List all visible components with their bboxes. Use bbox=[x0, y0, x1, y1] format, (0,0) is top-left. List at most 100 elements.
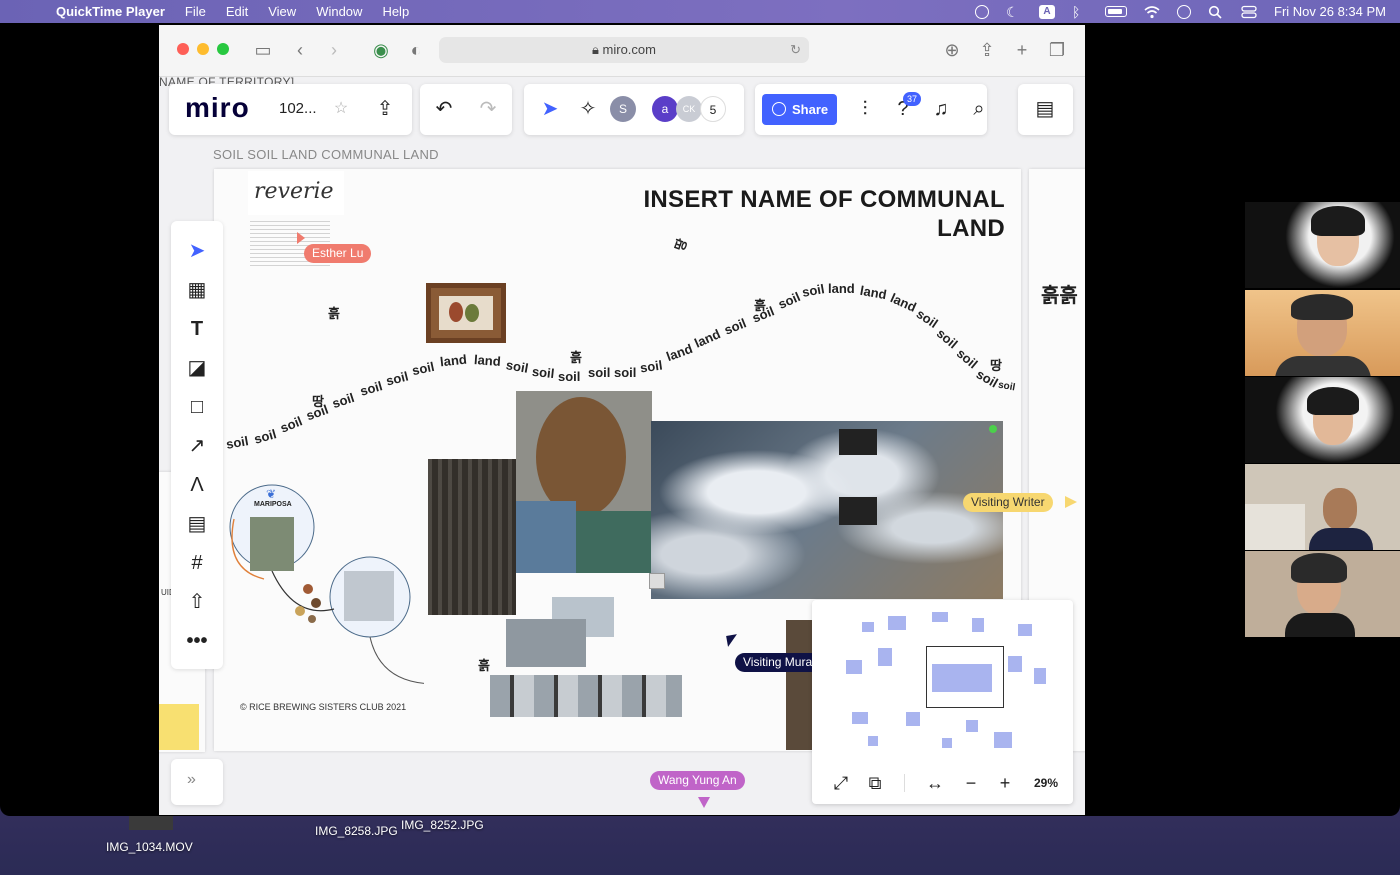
battery-icon[interactable] bbox=[1105, 6, 1127, 17]
user-icon[interactable] bbox=[1177, 4, 1191, 19]
grammarly-extension-icon[interactable]: ◉ bbox=[370, 39, 392, 61]
forest-photo[interactable] bbox=[428, 459, 516, 615]
reactions-cursor-icon[interactable]: ➤ bbox=[538, 97, 562, 121]
minimap-area[interactable] bbox=[822, 608, 1063, 756]
export-icon[interactable]: ⇪ bbox=[373, 97, 397, 121]
video-tile-3[interactable] bbox=[1245, 377, 1400, 463]
bell-icon[interactable]: ♫ bbox=[929, 97, 953, 121]
sticky-note-tool-icon[interactable]: ◪ bbox=[185, 356, 209, 380]
stone-photo[interactable] bbox=[516, 391, 652, 573]
moon-icon[interactable]: ☾ bbox=[1006, 5, 1022, 19]
spotlight-search-icon[interactable] bbox=[1208, 5, 1224, 19]
sidebar-icon[interactable]: ▭ bbox=[252, 39, 274, 61]
board-notes-icon[interactable]: ▤ bbox=[1033, 97, 1057, 121]
video-tile-4[interactable] bbox=[1245, 464, 1400, 550]
back-icon[interactable]: ‹ bbox=[289, 39, 311, 61]
zoom-out-icon[interactable]: − bbox=[960, 772, 982, 794]
grid-photo[interactable] bbox=[506, 619, 586, 667]
text-tool-icon[interactable]: T bbox=[185, 317, 209, 341]
miro-logo[interactable]: miro bbox=[185, 92, 250, 124]
undo-icon[interactable]: ↶ bbox=[432, 97, 456, 121]
video-tile-2[interactable] bbox=[1245, 290, 1400, 376]
reload-icon[interactable]: ↻ bbox=[790, 37, 801, 63]
video-thumbnail[interactable] bbox=[839, 429, 877, 455]
avatar-a[interactable]: a bbox=[652, 96, 678, 122]
play-status-icon[interactable] bbox=[975, 4, 989, 19]
menu-app-name[interactable]: QuickTime Player bbox=[56, 4, 165, 19]
menubar-clock[interactable]: Fri Nov 26 8:34 PM bbox=[1274, 4, 1386, 19]
forward-icon[interactable]: › bbox=[323, 39, 345, 61]
templates-tool-icon[interactable]: ▦ bbox=[185, 278, 209, 302]
upload-tool-icon[interactable]: ⇧ bbox=[185, 590, 209, 614]
desktop-file-1[interactable]: IMG_1034.MOV bbox=[106, 840, 193, 854]
menu-edit[interactable]: Edit bbox=[226, 4, 248, 19]
sticky-note[interactable] bbox=[159, 704, 199, 750]
menu-file[interactable]: File bbox=[185, 4, 206, 19]
notification-badge: 37 bbox=[903, 92, 921, 106]
select-tool-icon[interactable]: ➤ bbox=[185, 239, 209, 263]
zoom-in-icon[interactable]: + bbox=[994, 772, 1016, 794]
mariposa-diagram[interactable] bbox=[224, 479, 424, 699]
avatar-ck[interactable]: CK bbox=[676, 96, 702, 122]
signature-card[interactable]: reverie bbox=[248, 171, 344, 215]
satellite-map-photo[interactable] bbox=[651, 421, 1003, 599]
input-source-icon[interactable]: A bbox=[1039, 4, 1055, 19]
share-icon[interactable]: ⇪ bbox=[976, 39, 998, 61]
cursor-tag-writer: Visiting Writer bbox=[963, 493, 1053, 512]
cursor-tag-wang: Wang Yung An bbox=[650, 771, 745, 790]
celebrate-icon[interactable]: ✧ bbox=[576, 97, 600, 121]
shape-tool-icon[interactable]: □ bbox=[185, 395, 209, 419]
menu-help[interactable]: Help bbox=[382, 4, 409, 19]
downloads-icon[interactable]: ⊕ bbox=[941, 39, 963, 61]
wave-word: soil bbox=[588, 365, 611, 380]
privacy-shield-icon[interactable]: ◐ bbox=[405, 39, 427, 61]
new-tab-icon[interactable]: + bbox=[1011, 39, 1033, 61]
board-name[interactable]: 102... bbox=[279, 100, 317, 117]
frame-tool-icon[interactable]: # bbox=[185, 551, 209, 575]
frame-label[interactable]: SOIL SOIL LAND COMMUNAL LAND bbox=[213, 147, 439, 162]
menu-window[interactable]: Window bbox=[316, 4, 362, 19]
collaborator-count[interactable]: 5 bbox=[700, 96, 726, 122]
desktop-file-2[interactable]: IMG_8258.JPG bbox=[315, 824, 398, 838]
more-tools-icon[interactable]: ••• bbox=[185, 629, 209, 653]
search-icon[interactable]: ⌕ bbox=[967, 97, 991, 121]
settings-sliders-icon[interactable]: ⫶ bbox=[853, 97, 877, 121]
close-window-button[interactable] bbox=[177, 43, 189, 55]
zoom-level[interactable]: 29% bbox=[1034, 776, 1058, 790]
pen-tool-icon[interactable]: Λ bbox=[185, 473, 209, 497]
fullscreen-icon[interactable]: ⤢ bbox=[830, 772, 852, 794]
wave-word: soil bbox=[384, 368, 410, 389]
video-thumbnail[interactable] bbox=[839, 497, 877, 525]
map-icon[interactable]: ⧉ bbox=[864, 772, 886, 794]
small-photo[interactable] bbox=[649, 573, 665, 589]
grid-photo-strip[interactable] bbox=[490, 675, 682, 717]
address-bar[interactable]: 🔒︎ miro.com ↻ bbox=[439, 37, 809, 63]
video-tile-1[interactable] bbox=[1245, 202, 1400, 288]
butterfly-icon: ❦ bbox=[266, 487, 277, 501]
framed-leaf-photo[interactable] bbox=[426, 283, 506, 343]
share-button[interactable]: Share bbox=[762, 94, 837, 125]
tab-overview-icon[interactable]: ❐ bbox=[1046, 39, 1068, 61]
control-center-icon[interactable] bbox=[1241, 5, 1257, 19]
wifi-icon[interactable] bbox=[1144, 5, 1160, 19]
minimap-panel: ⤢ ⧉ ↔ − + 29% bbox=[812, 600, 1073, 804]
minimize-window-button[interactable] bbox=[197, 43, 209, 55]
fit-to-screen-icon[interactable]: ↔ bbox=[924, 772, 946, 794]
comment-tool-icon[interactable]: ▤ bbox=[185, 512, 209, 536]
connector-tool-icon[interactable]: ↗ bbox=[185, 434, 209, 458]
menu-view[interactable]: View bbox=[268, 4, 296, 19]
video-tile-5[interactable] bbox=[1245, 551, 1400, 637]
expand-panel-button[interactable]: » bbox=[171, 759, 223, 805]
star-icon[interactable]: ☆ bbox=[329, 97, 353, 121]
zoom-window-button[interactable] bbox=[217, 43, 229, 55]
desktop-file-thumbnail[interactable] bbox=[129, 816, 173, 830]
hangul-heuk-4: 흙 bbox=[478, 658, 490, 673]
board-title[interactable]: INSERT NAME OF COMMUNAL LAND bbox=[585, 185, 1005, 243]
wave-word: soil bbox=[953, 345, 981, 372]
desktop-file-3[interactable]: IMG_8252.JPG bbox=[401, 818, 484, 832]
avatar-s[interactable]: S bbox=[610, 96, 636, 122]
redo-icon[interactable]: ↷ bbox=[476, 97, 500, 121]
apple-menu-icon[interactable] bbox=[20, 4, 34, 20]
bluetooth-icon[interactable]: ᛒ bbox=[1072, 5, 1088, 19]
minimap-viewport[interactable] bbox=[926, 646, 1004, 708]
